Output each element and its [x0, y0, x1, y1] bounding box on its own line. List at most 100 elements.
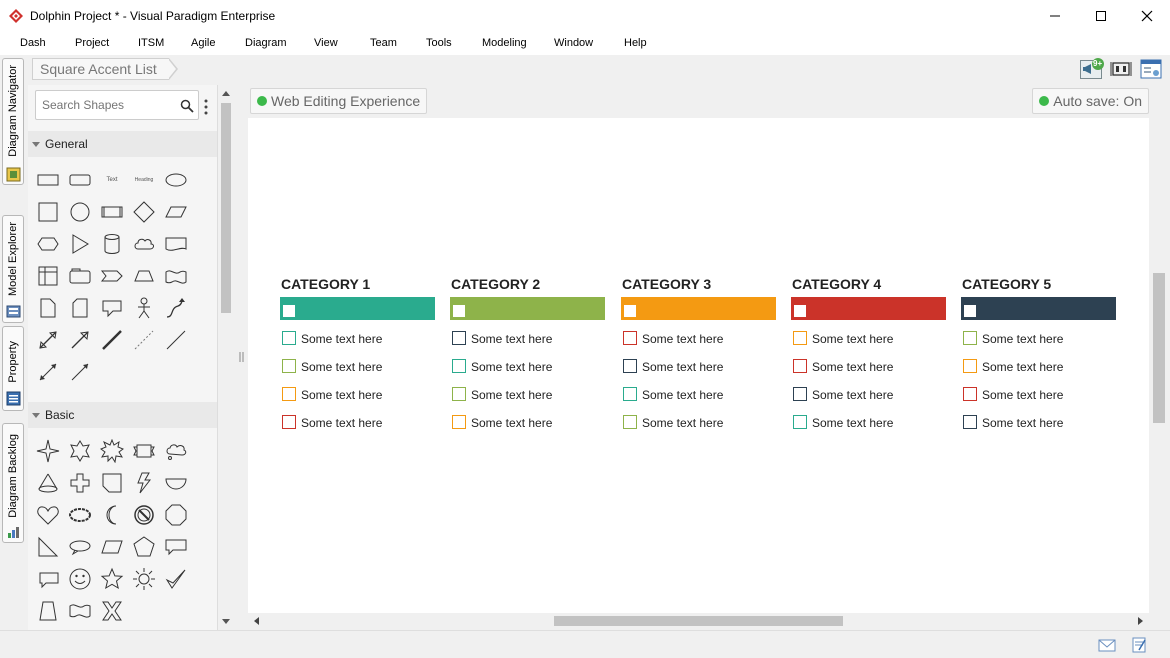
shape-star[interactable] [98, 565, 126, 593]
more-options-icon[interactable] [204, 99, 208, 115]
shape-rect-callout[interactable] [162, 533, 190, 561]
shape-process[interactable] [98, 198, 126, 226]
item-text[interactable]: Some text here [301, 416, 382, 430]
item-text[interactable]: Some text here [301, 360, 382, 374]
shape-flag-wave[interactable] [66, 597, 94, 625]
shape-smiley[interactable] [66, 565, 94, 593]
shape-connector-double-head[interactable] [34, 358, 62, 386]
menu-tools[interactable]: Tools [426, 37, 452, 49]
shape-rectangle[interactable] [34, 166, 62, 194]
shape-speech-oval[interactable] [66, 533, 94, 561]
fit-diagram-button[interactable] [1110, 58, 1132, 80]
shape-thick-line[interactable] [98, 326, 126, 354]
item-text[interactable]: Some text here [642, 360, 723, 374]
menu-team[interactable]: Team [370, 37, 397, 49]
shape-dashed-line[interactable] [130, 326, 158, 354]
category-accent-bar[interactable] [621, 297, 776, 320]
item-text[interactable]: Some text here [982, 388, 1063, 402]
shape-square[interactable] [34, 198, 62, 226]
shape-ellipse[interactable] [162, 166, 190, 194]
menu-project[interactable]: Project [75, 37, 109, 49]
tab-model-explorer[interactable]: Model Explorer [2, 215, 24, 323]
maximize-button[interactable] [1078, 0, 1124, 32]
diagram-canvas[interactable]: CATEGORY 1 Some text here Some text here So… [248, 118, 1149, 613]
shape-rounded-oval[interactable] [66, 501, 94, 529]
shape-cone[interactable] [34, 469, 62, 497]
item-text[interactable]: Some text here [812, 360, 893, 374]
item-text[interactable]: Some text here [642, 388, 723, 402]
shape-four-point-star[interactable] [34, 437, 62, 465]
auto-save-badge[interactable]: Auto save: On [1032, 88, 1149, 114]
shape-page[interactable] [34, 294, 62, 322]
shape-double-arrow[interactable] [34, 326, 62, 354]
menu-modeling[interactable]: Modeling [482, 37, 527, 49]
shape-no-symbol[interactable] [130, 501, 158, 529]
shape-text[interactable]: Text [98, 166, 126, 194]
shape-checkmark[interactable] [162, 565, 190, 593]
shape-callout-left[interactable] [34, 565, 62, 593]
category-accent-bar[interactable] [791, 297, 946, 320]
shape-arrow[interactable] [66, 326, 94, 354]
shape-right-triangle[interactable] [34, 533, 62, 561]
shape-triangle[interactable] [66, 230, 94, 258]
shape-table[interactable] [34, 262, 62, 290]
shape-panel-scrollbar[interactable] [219, 85, 233, 630]
shape-moon[interactable] [98, 501, 126, 529]
item-text[interactable]: Some text here [982, 416, 1063, 430]
item-text[interactable]: Some text here [471, 388, 552, 402]
item-text[interactable]: Some text here [642, 332, 723, 346]
panel-splitter[interactable] [237, 85, 245, 630]
search-input[interactable] [42, 98, 172, 112]
shape-connector-arrow[interactable] [66, 358, 94, 386]
shape-explosion[interactable] [98, 437, 126, 465]
scroll-up-icon[interactable] [219, 89, 233, 99]
item-text[interactable]: Some text here [471, 332, 552, 346]
shape-sun[interactable] [130, 565, 158, 593]
breadcrumb-diagram[interactable]: Square Accent List [32, 58, 169, 80]
menu-itsm[interactable]: ITSM [138, 37, 164, 49]
shape-heading-text[interactable]: Heading [130, 166, 158, 194]
section-general-header[interactable]: General [28, 131, 217, 157]
shape-trapezoid[interactable] [130, 262, 158, 290]
shape-callout[interactable] [98, 294, 126, 322]
item-text[interactable]: Some text here [471, 416, 552, 430]
close-button[interactable] [1124, 0, 1170, 32]
category-title[interactable]: CATEGORY 3 [622, 276, 711, 292]
shape-card[interactable] [66, 294, 94, 322]
category-title[interactable]: CATEGORY 2 [451, 276, 540, 292]
shape-heart[interactable] [34, 501, 62, 529]
menu-view[interactable]: View [314, 37, 338, 49]
canvas-horizontal-scroll-thumb[interactable] [554, 616, 843, 626]
shape-cross[interactable] [66, 469, 94, 497]
menu-window[interactable]: Window [554, 37, 593, 49]
item-text[interactable]: Some text here [982, 332, 1063, 346]
shape-cloud[interactable] [130, 230, 158, 258]
tab-property[interactable]: Property [2, 326, 24, 411]
item-text[interactable]: Some text here [982, 360, 1063, 374]
tab-diagram-backlog[interactable]: Diagram Backlog [2, 423, 24, 543]
shape-curve-arrow[interactable] [162, 294, 190, 322]
notification-button[interactable]: 9+ [1080, 58, 1104, 80]
shape-half-circle[interactable] [162, 469, 190, 497]
category-accent-bar[interactable] [450, 297, 605, 320]
shape-wave[interactable] [162, 262, 190, 290]
scroll-down-icon[interactable] [219, 616, 233, 626]
canvas-vertical-scroll-thumb[interactable] [1153, 273, 1165, 423]
search-box[interactable] [35, 90, 199, 120]
item-text[interactable]: Some text here [812, 416, 893, 430]
category-accent-bar[interactable] [961, 297, 1116, 320]
category-title[interactable]: CATEGORY 4 [792, 276, 881, 292]
category-title[interactable]: CATEGORY 5 [962, 276, 1051, 292]
web-editing-badge[interactable]: Web Editing Experience [250, 88, 428, 114]
scroll-right-icon[interactable] [1138, 617, 1143, 625]
canvas-horizontal-scrollbar[interactable] [248, 613, 1149, 629]
shape-seven-point-star[interactable] [66, 437, 94, 465]
shape-slanted-parallelogram[interactable] [98, 533, 126, 561]
shape-hexagon[interactable] [34, 230, 62, 258]
shape-lightning[interactable] [130, 469, 158, 497]
menu-dash[interactable]: Dash [20, 37, 46, 49]
item-text[interactable]: Some text here [642, 416, 723, 430]
shape-container[interactable] [66, 262, 94, 290]
item-text[interactable]: Some text here [301, 388, 382, 402]
menu-help[interactable]: Help [624, 37, 647, 49]
